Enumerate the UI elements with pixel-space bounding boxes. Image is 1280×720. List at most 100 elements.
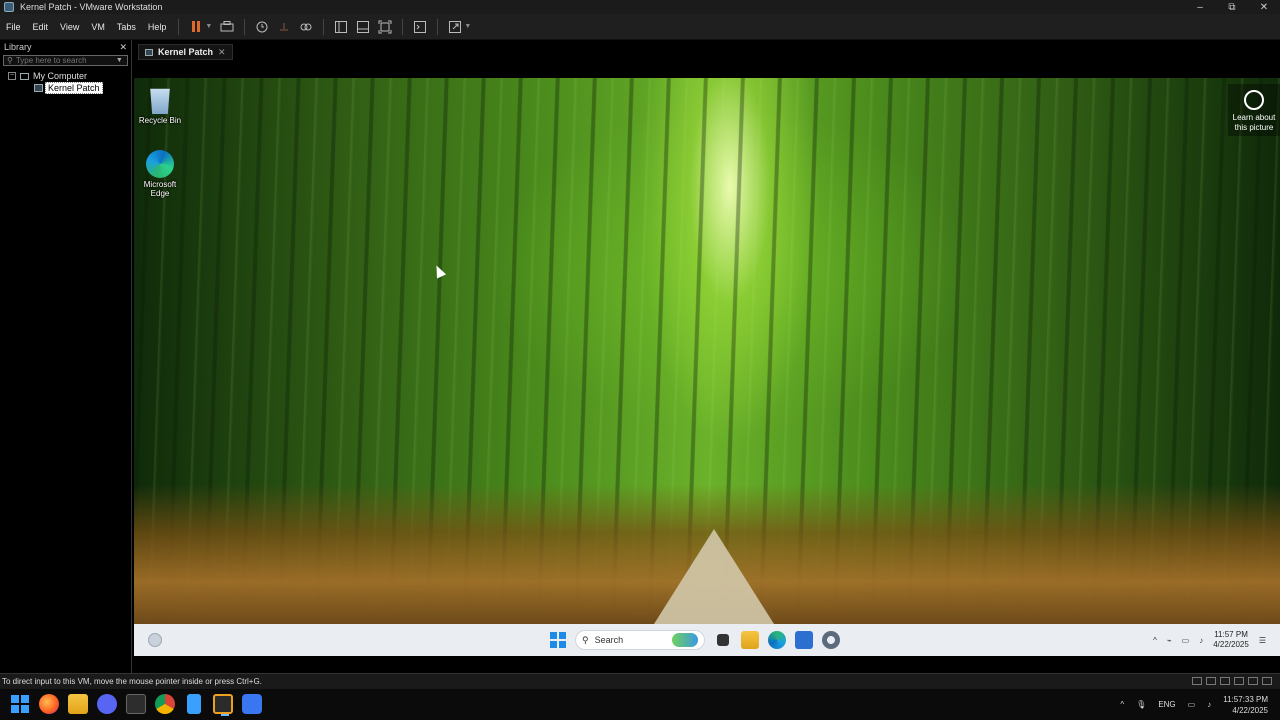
terminal-icon[interactable]: [126, 694, 146, 714]
store-icon[interactable]: [795, 631, 813, 649]
task-view-icon[interactable]: [717, 634, 729, 646]
firefox-icon[interactable]: [39, 694, 59, 714]
walking-path: [654, 529, 774, 624]
menu-tabs[interactable]: Tabs: [111, 22, 142, 32]
toolbar-separator: [437, 18, 439, 35]
host-taskbar-apps: [10, 694, 262, 716]
chevron-up-icon[interactable]: ^: [1153, 636, 1157, 645]
network-adapter-icon[interactable]: [1220, 677, 1230, 685]
tab-close-icon[interactable]: ✕: [218, 47, 226, 58]
cd-drive-icon[interactable]: [1206, 677, 1216, 685]
library-search[interactable]: ⚲ ▼: [3, 55, 128, 66]
display-settings-icon[interactable]: [1262, 677, 1272, 685]
full-screen-icon[interactable]: [376, 18, 394, 36]
guest-taskbar: ⚲ Search ^ ⌁ ▭ ♪ 11:57 PM 4/22/2025 ☰: [134, 624, 1280, 656]
minimize-button[interactable]: –: [1184, 0, 1216, 14]
pause-dropdown-icon[interactable]: ▼: [205, 23, 212, 30]
menu-toolbar: File Edit View VM Tabs Help ▼ ▼: [0, 14, 1280, 40]
vmware-icon[interactable]: [213, 694, 233, 716]
chrome-icon[interactable]: [155, 694, 175, 714]
guest-system-tray: ^ ⌁ ▭ ♪ 11:57 PM 4/22/2025 ☰: [1153, 628, 1266, 652]
menu-edit[interactable]: Edit: [27, 22, 55, 32]
close-button[interactable]: ✕: [1248, 0, 1280, 14]
learn-about-picture[interactable]: Learn about this picture: [1228, 84, 1280, 136]
desktop-icon-recycle-bin[interactable]: Recycle Bin: [134, 86, 187, 125]
file-explorer-icon[interactable]: [68, 694, 88, 714]
recycle-bin-icon: [150, 88, 170, 114]
tree-label-my-computer: My Computer: [33, 71, 88, 81]
pause-vm-icon[interactable]: [187, 18, 205, 36]
tree-label-kernel-patch: Kernel Patch: [45, 82, 103, 94]
menu-file[interactable]: File: [0, 22, 27, 32]
collapse-icon[interactable]: −: [8, 72, 16, 80]
menu-vm[interactable]: VM: [85, 22, 111, 32]
restore-button[interactable]: ⧉: [1216, 0, 1248, 14]
hard-disk-icon[interactable]: [1192, 677, 1202, 685]
usb-icon[interactable]: [1234, 677, 1244, 685]
volume-icon[interactable]: ♪: [1199, 636, 1203, 645]
network-icon[interactable]: ▭: [1188, 700, 1196, 709]
host-taskbar: ^ 🎙 ENG ▭ ♪ 11:57:33 PM 4/22/2025: [0, 689, 1280, 720]
window-controls: – ⧉ ✕: [1184, 0, 1280, 14]
tree-node-my-computer[interactable]: − My Computer: [0, 70, 131, 82]
computer-icon: [20, 72, 29, 80]
display-icon[interactable]: ▭: [1182, 636, 1190, 645]
language-indicator[interactable]: ENG: [1158, 700, 1175, 709]
revert-snapshot-icon[interactable]: [275, 18, 293, 36]
library-close-icon[interactable]: ✕: [119, 42, 127, 53]
widgets-icon[interactable]: [148, 633, 162, 647]
settings-icon[interactable]: [822, 631, 840, 649]
signal-icon[interactable]: [242, 694, 262, 714]
network-icon[interactable]: ⌁: [1167, 636, 1172, 645]
show-library-icon[interactable]: [332, 18, 350, 36]
library-tree: − My Computer Kernel Patch: [0, 70, 131, 94]
guest-time: 11:57 PM: [1214, 630, 1248, 639]
discord-icon[interactable]: [97, 694, 117, 714]
search-highlight-icon: [672, 633, 698, 647]
search-dropdown-icon[interactable]: ▼: [116, 57, 123, 64]
snapshot-icon[interactable]: [253, 18, 271, 36]
vmware-app-icon: [4, 2, 14, 12]
snapshot-manager-icon[interactable]: [297, 18, 315, 36]
guest-clock[interactable]: 11:57 PM 4/22/2025: [1213, 630, 1249, 650]
window-title: Kernel Patch - VMware Workstation: [20, 2, 163, 12]
host-start-icon[interactable]: [10, 694, 30, 714]
toolbar-separator: [244, 18, 246, 35]
library-search-input[interactable]: [15, 56, 116, 65]
host-time: 11:57:33 PM: [1223, 694, 1268, 704]
menu-help[interactable]: Help: [142, 22, 173, 32]
volume-icon[interactable]: ♪: [1207, 700, 1211, 709]
toolbar-separator: [178, 18, 180, 35]
thumbnail-bar-icon[interactable]: [354, 18, 372, 36]
tree-node-kernel-patch[interactable]: Kernel Patch: [0, 82, 131, 94]
sound-card-icon[interactable]: [1248, 677, 1258, 685]
send-ctrl-alt-del-icon[interactable]: [218, 18, 236, 36]
guest-display[interactable]: Recycle Bin Microsoft Edge Learn about t…: [134, 78, 1280, 656]
console-view-icon[interactable]: [411, 18, 429, 36]
guest-search-box[interactable]: ⚲ Search: [575, 630, 705, 650]
desktop-wallpaper: [134, 78, 1280, 624]
title-bar: Kernel Patch - VMware Workstation – ⧉ ✕: [0, 0, 1280, 14]
guest-search-label: Search: [594, 635, 624, 645]
edge-icon[interactable]: [768, 631, 786, 649]
microphone-icon[interactable]: 🎙: [1136, 700, 1146, 709]
guest-taskbar-center: ⚲ Search: [550, 629, 840, 651]
host-date: 4/22/2025: [1232, 705, 1268, 715]
toolbar-separator: [323, 18, 325, 35]
notepad-icon[interactable]: [187, 694, 201, 714]
vm-icon: [34, 84, 43, 92]
status-bar: To direct input to this VM, move the mou…: [0, 673, 1280, 689]
learn-about-picture-label: Learn about this picture: [1232, 113, 1276, 132]
guest-start-icon[interactable]: [550, 632, 566, 648]
stretch-dropdown-icon[interactable]: ▼: [464, 23, 471, 30]
library-header: Library ✕: [0, 40, 131, 54]
notification-icon[interactable]: ☰: [1259, 636, 1266, 645]
tab-kernel-patch[interactable]: Kernel Patch ✕: [138, 44, 233, 60]
menu-view[interactable]: View: [54, 22, 85, 32]
stretch-guest-icon[interactable]: [446, 18, 464, 36]
chevron-up-icon[interactable]: ^: [1120, 700, 1124, 709]
vm-tab-strip: Kernel Patch ✕: [134, 40, 1280, 64]
host-clock[interactable]: 11:57:33 PM 4/22/2025: [1223, 694, 1268, 716]
desktop-icon-edge[interactable]: Microsoft Edge: [134, 150, 187, 198]
file-explorer-icon[interactable]: [741, 631, 759, 649]
